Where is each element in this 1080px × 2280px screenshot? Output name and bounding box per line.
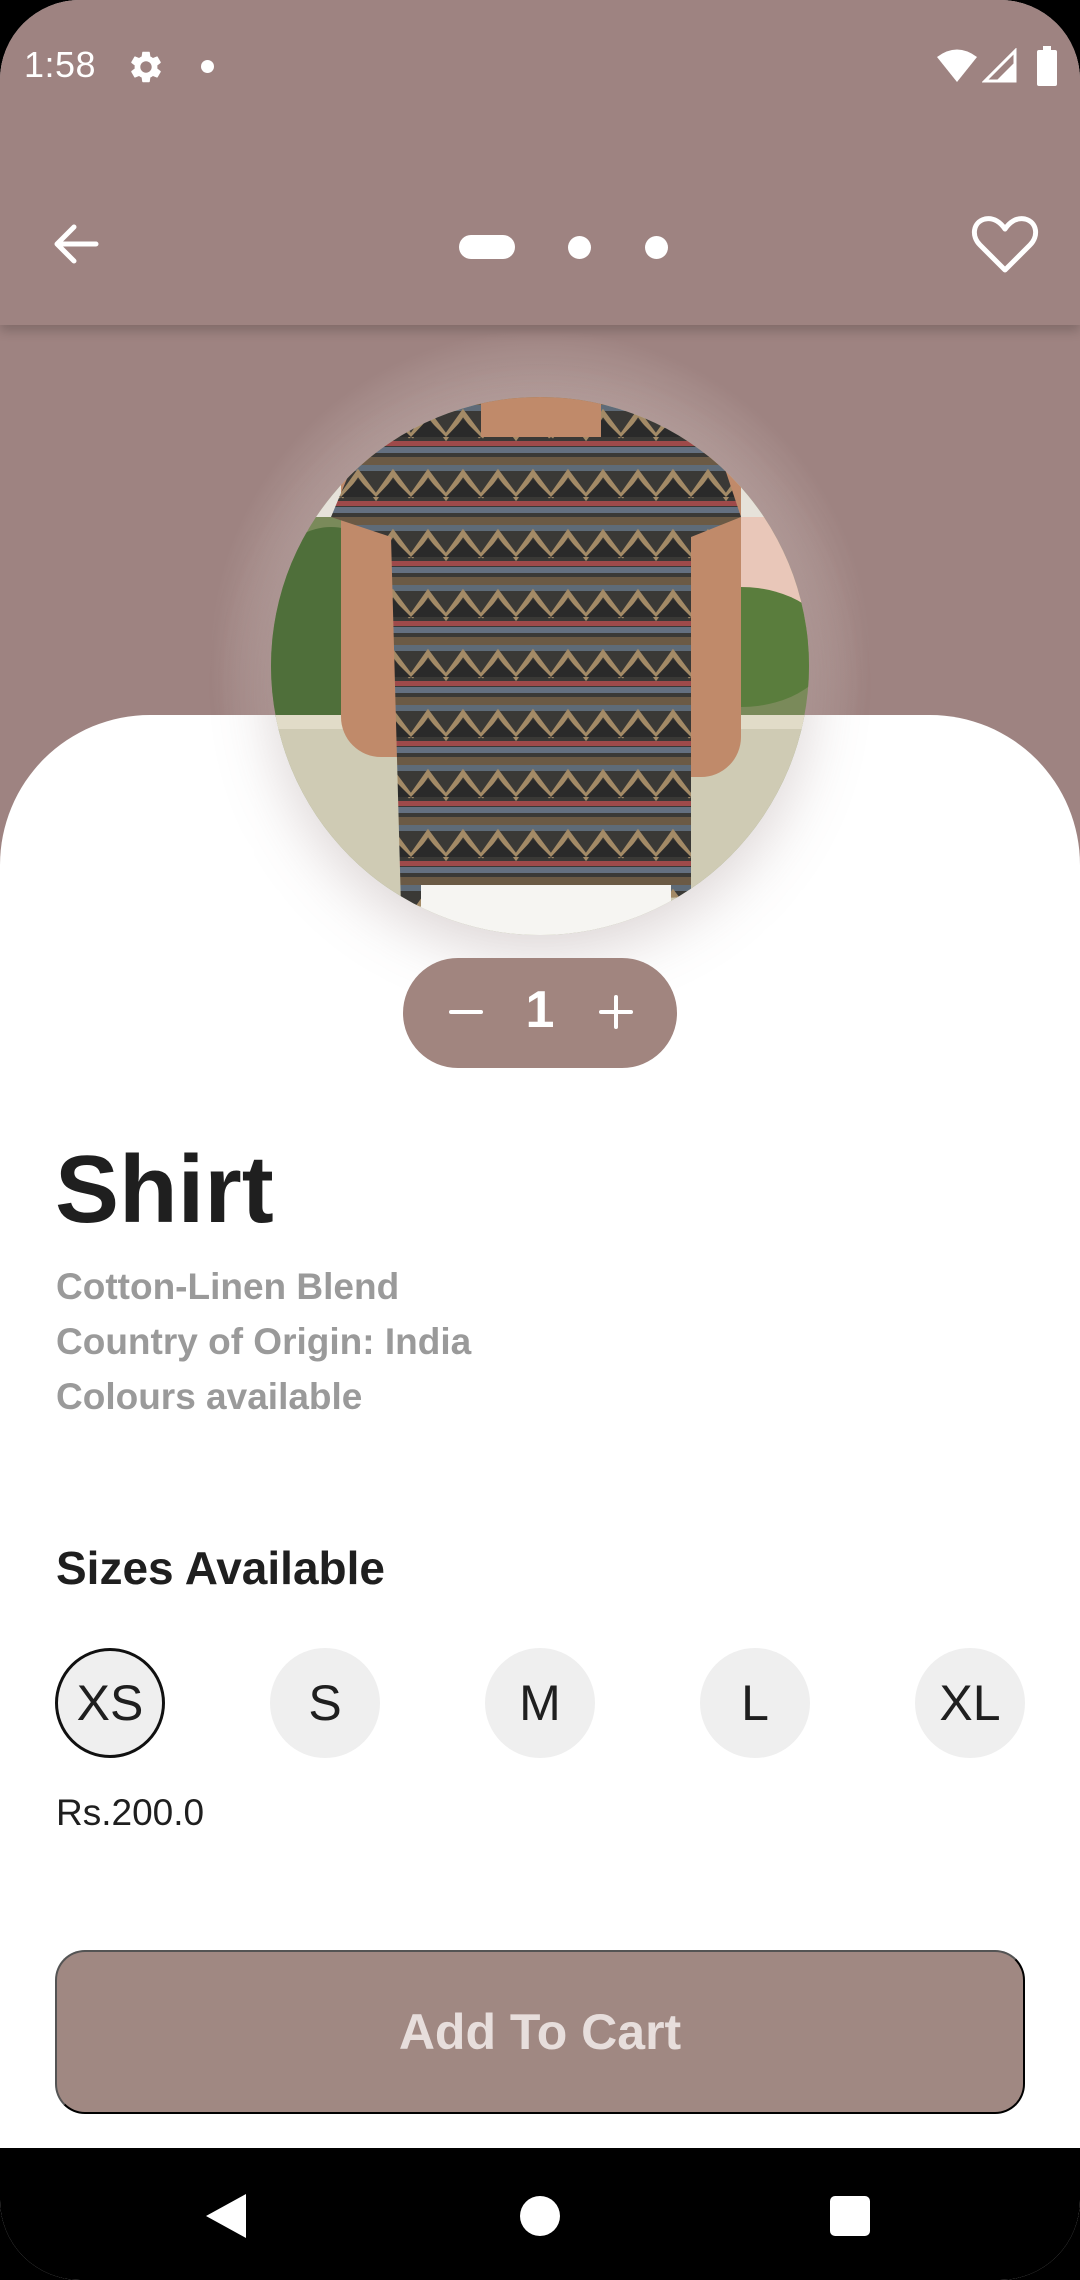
product-price: Rs.200.0 [56, 1792, 205, 1833]
product-colours: Colours available [56, 1376, 363, 1417]
nav-home-icon[interactable] [520, 2196, 560, 2236]
top-app-bar: 1:58 [0, 0, 1080, 325]
notification-dot-icon [201, 60, 214, 73]
plus-icon [614, 995, 618, 1029]
screen: 1:58 1 Shirt Cotton-Linen Blend Country … [0, 0, 1080, 2280]
size-option-xs[interactable]: XS [55, 1648, 165, 1758]
product-title: Shirt [55, 1136, 274, 1243]
add-to-cart-button[interactable]: Add To Cart [55, 1950, 1025, 2114]
cell-signal-icon [982, 48, 1017, 83]
size-option-m[interactable]: M [485, 1648, 595, 1758]
image-pager-indicator [459, 235, 679, 259]
wifi-icon [937, 49, 977, 82]
pager-dot-active[interactable] [459, 235, 515, 259]
size-option-l[interactable]: L [700, 1648, 810, 1758]
size-option-s[interactable]: S [270, 1648, 380, 1758]
system-navigation-bar [0, 2148, 1080, 2280]
favorite-heart-icon[interactable] [970, 212, 1040, 276]
pager-dot[interactable] [568, 236, 591, 259]
product-origin: Country of Origin: India [56, 1321, 472, 1362]
nav-back-icon[interactable] [204, 2192, 248, 2240]
quantity-value: 1 [525, 981, 555, 1039]
status-time: 1:58 [24, 44, 97, 85]
minus-icon [449, 1010, 483, 1014]
product-image [271, 397, 809, 935]
battery-icon [1037, 46, 1057, 86]
nav-recents-icon[interactable] [830, 2196, 870, 2236]
size-option-xl[interactable]: XL [915, 1648, 1025, 1758]
sizes-heading: Sizes Available [56, 1542, 385, 1594]
product-material: Cotton-Linen Blend [56, 1266, 400, 1307]
gear-icon [131, 51, 161, 83]
back-button[interactable] [44, 212, 108, 276]
pager-dot[interactable] [645, 236, 668, 259]
quantity-stepper: 1 [403, 958, 677, 1068]
